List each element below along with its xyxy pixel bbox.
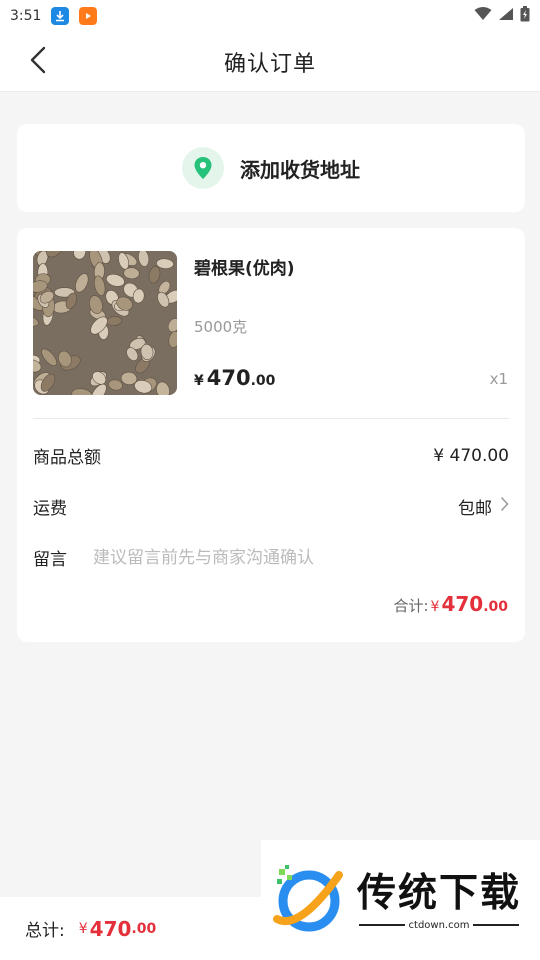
chevron-left-icon (29, 46, 47, 78)
total-currency: ¥ (78, 920, 88, 937)
battery-icon (520, 6, 530, 26)
shipping-value: 包邮 (458, 499, 492, 519)
goods-total-row: 商品总额 ¥ 470.00 (33, 443, 509, 469)
watermark-line-right (473, 924, 520, 926)
goods-total-value: ¥ 470.00 (433, 445, 509, 466)
watermark-title: 传统下载 (357, 870, 522, 916)
shipping-row[interactable]: 运费 包邮 (33, 494, 509, 519)
divider (33, 418, 509, 419)
shipping-label: 运费 (33, 499, 67, 519)
total-integer: 470 (89, 916, 132, 941)
product-spec: 5000克 (194, 318, 248, 336)
app-header: 确认订单 (0, 32, 540, 92)
watermark-line-left (358, 924, 405, 926)
add-address-button[interactable]: 添加收货地址 (17, 124, 525, 212)
subtotal-currency: ¥ (430, 599, 440, 615)
chevron-right-icon (500, 496, 509, 517)
subtotal-integer: 470 (441, 592, 484, 616)
product-price-decimal: .00 (250, 373, 276, 389)
subtotal-label: 合计: (393, 597, 429, 615)
total-label: 总计: (25, 921, 65, 941)
note-row: 留言 (33, 545, 509, 570)
subtotal-decimal: .00 (483, 599, 508, 615)
watermark: 传统下载 ctdown.com (261, 840, 540, 960)
product-name: 碧根果(优肉) (194, 259, 295, 279)
wifi-icon (474, 7, 492, 25)
note-label: 留言 (33, 550, 67, 570)
page-title: 确认订单 (223, 51, 316, 77)
total-decimal: .00 (131, 920, 157, 937)
subtotal: 合计: ¥ 470 .00 (393, 592, 508, 616)
location-pin-icon (182, 147, 224, 189)
video-app-icon (79, 7, 98, 25)
product-quantity: x1 (489, 370, 508, 388)
product-image (33, 251, 177, 395)
back-button[interactable] (20, 44, 56, 80)
product-price-currency: ¥ (194, 373, 204, 389)
signal-icon (498, 7, 514, 25)
download-icon (51, 7, 70, 25)
order-card: 碧根果(优肉) 5000克 ¥ 470 .00 x1 商品总额 ¥ 470.00… (17, 228, 525, 642)
product-price: ¥ 470 .00 (194, 366, 275, 390)
status-bar: 3:51 (0, 0, 540, 32)
status-time: 3:51 (10, 8, 42, 24)
goods-total-label: 商品总额 (33, 448, 101, 468)
add-address-label: 添加收货地址 (240, 157, 360, 182)
product-price-integer: 470 (206, 366, 251, 390)
watermark-url: ctdown.com (408, 919, 470, 931)
note-input[interactable] (93, 547, 473, 568)
watermark-logo-icon (269, 861, 347, 939)
